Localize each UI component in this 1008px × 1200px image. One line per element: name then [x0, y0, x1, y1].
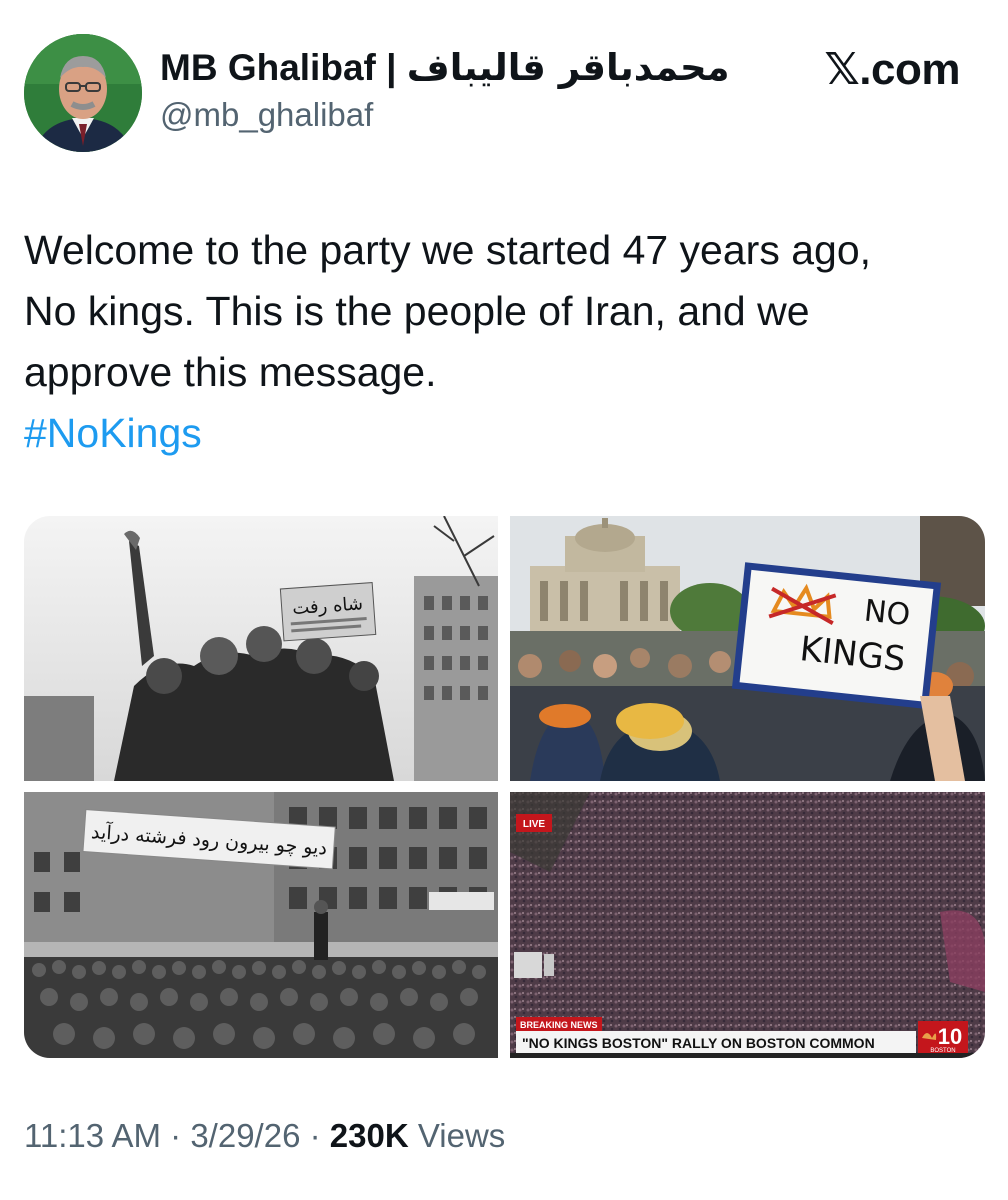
- author-name[interactable]: MB Ghalibaf | محمدباقر قالیباف: [160, 46, 730, 89]
- author-handle[interactable]: @mb_ghalibaf: [160, 96, 373, 134]
- photo-sign-image: NO KINGS: [510, 516, 985, 781]
- tweet-line: No kings. This is the people of Iran, an…: [24, 288, 810, 334]
- tweet-line: Welcome to the party we started 47 years…: [24, 227, 872, 273]
- channel-number: 10: [938, 1024, 962, 1049]
- views-count: 230K: [329, 1117, 409, 1154]
- media-photo-boston-broadcast[interactable]: LIVE BREAKING NEWS "NO KINGS BOSTON" RAL…: [510, 792, 985, 1058]
- meta-separator: ·: [309, 1117, 321, 1154]
- media-grid: شاه رفت NO KINGS دیو چو بیرون رود فرشته …: [24, 516, 985, 1058]
- news-headline: "NO KINGS BOSTON" RALLY ON BOSTON COMMON: [522, 1035, 875, 1051]
- tweet-line: approve this message.: [24, 349, 437, 395]
- author-name-latin: MB Ghalibaf: [160, 47, 376, 88]
- tweet-time[interactable]: 11:13 AM: [24, 1117, 161, 1154]
- tweet-date[interactable]: 3/29/26: [190, 1117, 300, 1154]
- breaking-news-label: BREAKING NEWS: [520, 1020, 598, 1030]
- author-avatar[interactable]: [24, 34, 142, 152]
- live-badge: LIVE: [523, 819, 546, 830]
- x-logo-brand: 𝕏.com: [824, 45, 960, 94]
- avatar-image: [24, 34, 142, 152]
- media-photo-1979-street-crowd[interactable]: دیو چو بیرون رود فرشته درآید: [24, 792, 498, 1058]
- sign-text-no: NO: [862, 594, 911, 634]
- photo-protest-image: شاه رفت: [24, 516, 498, 781]
- tweet-meta: 11:13 AM · 3/29/26 · 230K Views: [24, 1117, 505, 1155]
- media-photo-no-kings-sign[interactable]: NO KINGS: [510, 516, 985, 781]
- photo-crowd-image: دیو چو بیرون رود فرشته درآید: [24, 792, 498, 1058]
- meta-separator: ·: [170, 1117, 182, 1154]
- media-photo-1979-protest[interactable]: شاه رفت: [24, 516, 498, 781]
- author-name-separator: |: [386, 47, 397, 88]
- views-label: Views: [417, 1117, 506, 1154]
- tweet-text: Welcome to the party we started 47 years…: [24, 220, 984, 464]
- hashtag-link[interactable]: #NoKings: [24, 403, 984, 464]
- author-name-persian: محمدباقر قالیباف: [406, 46, 730, 89]
- photo-broadcast-image: LIVE BREAKING NEWS "NO KINGS BOSTON" RAL…: [510, 792, 985, 1058]
